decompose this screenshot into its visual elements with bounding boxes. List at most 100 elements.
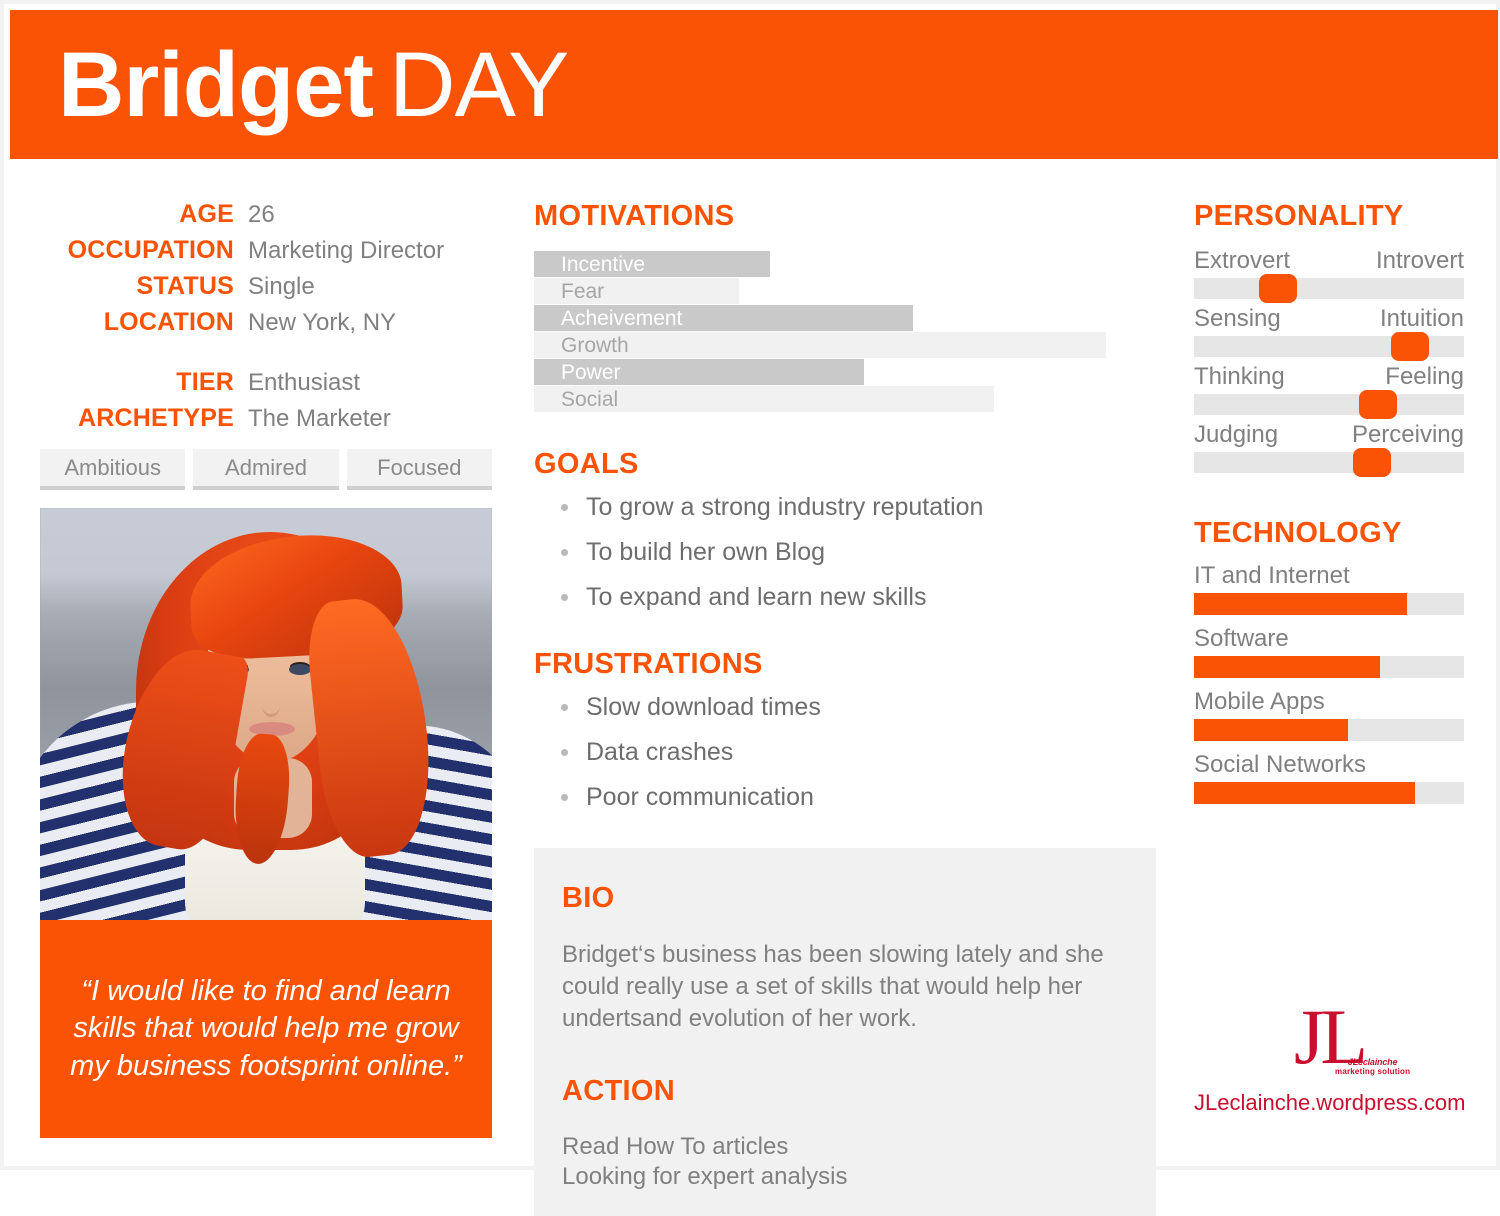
technology-bar-track: [1194, 656, 1464, 678]
fact-label-age: AGE: [179, 200, 234, 228]
list-item: Poor communication: [556, 775, 1156, 820]
fact-row-status: STATUS Single: [40, 272, 492, 301]
persona-last-name: DAY: [389, 33, 569, 136]
fact-label-tier: TIER: [176, 368, 234, 396]
left-column: AGE 26 OCCUPATION Marketing Director STA…: [40, 200, 492, 1138]
nose: [262, 694, 280, 717]
trait-tag: Focused: [346, 449, 492, 490]
jl-logo-script: JLeclainche: [1347, 1057, 1398, 1067]
fact-label-location: LOCATION: [103, 308, 234, 336]
fact-row-tier: TIER Enthusiast: [40, 368, 492, 397]
frustrations-heading: FRUSTRATIONS: [534, 648, 763, 680]
technology-row-it-and-internet: IT and Internet: [1194, 562, 1464, 615]
facts-spacer: [40, 344, 492, 368]
motivation-label: Social: [561, 388, 619, 411]
motivation-row-power: Power: [534, 359, 1156, 385]
jl-logo-tagline: JLeclainche marketing solution: [1335, 1057, 1410, 1076]
jl-logo-subtitle: marketing solution: [1335, 1067, 1411, 1076]
technology-bar-track: [1194, 719, 1464, 741]
personality-slider-track[interactable]: [1194, 448, 1464, 477]
fact-value-location: New York, NY: [248, 309, 397, 336]
goals-list: To grow a strong industry reputation To …: [534, 485, 1156, 620]
technology-row-social-networks: Social Networks: [1194, 751, 1464, 804]
bio-heading: BIO: [562, 882, 615, 914]
personality-labels: Extrovert Introvert: [1194, 247, 1464, 275]
bio-text: Bridget‘s business has been slowing late…: [562, 941, 1104, 1032]
personality-label-left: Sensing: [1194, 305, 1281, 332]
personality-row-extrovert-introvert: Extrovert Introvert: [1194, 247, 1464, 303]
technology-bar-fill: [1194, 719, 1348, 741]
list-item: Slow download times: [556, 685, 1156, 730]
motivation-row-fear: Fear: [534, 278, 1156, 304]
bio-action-panel: BIO Bridget‘s business has been slowing …: [534, 848, 1156, 1216]
personality-row-thinking-feeling: Thinking Feeling: [1194, 363, 1464, 419]
motivation-label: Acheivement: [561, 307, 683, 330]
technology-label: Social Networks: [1194, 751, 1367, 778]
personality-label-right: Perceiving: [1351, 421, 1464, 448]
persona-portrait-photo: [40, 508, 492, 920]
motivation-row-incentive: Incentive: [534, 251, 1156, 277]
list-item: To grow a strong industry reputation: [556, 485, 1156, 530]
personality-slider-knob[interactable]: [1353, 448, 1392, 477]
goals-heading: GOALS: [534, 448, 639, 480]
personality-slider-knob[interactable]: [1391, 332, 1429, 361]
motivation-row-social: Social: [534, 386, 1156, 412]
page-header: Bridget DAY: [10, 10, 1498, 159]
list-item: To build her own Blog: [556, 530, 1156, 575]
fact-label-archetype: ARCHETYPE: [78, 404, 234, 432]
personality-labels: Sensing Intuition: [1194, 305, 1464, 333]
personality-labels: Judging Perceiving: [1194, 421, 1464, 449]
personality-label-right: Introvert: [1375, 247, 1464, 274]
brand-footer: JL JLeclainche marketing solution JLecla…: [1194, 994, 1465, 1116]
personality-row-sensing-intuition: Sensing Intuition: [1194, 305, 1464, 361]
personality-slider-knob[interactable]: [1358, 390, 1397, 419]
motivation-label: Incentive: [561, 253, 646, 276]
personality-labels: Thinking Feeling: [1194, 363, 1464, 391]
trait-tag-list: Ambitious Admired Focused: [40, 449, 492, 490]
frustrations-list: Slow download times Data crashes Poor co…: [534, 685, 1156, 820]
personality-slider-track[interactable]: [1194, 274, 1464, 303]
eye-right: [289, 664, 311, 675]
brand-url[interactable]: JLeclainche.wordpress.com: [1194, 1090, 1465, 1116]
action-heading: ACTION: [562, 1074, 675, 1107]
personality-heading: PERSONALITY: [1194, 200, 1404, 232]
motivations-chart: Incentive Fear Acheivement Growth Power …: [534, 251, 1156, 412]
fact-row-archetype: ARCHETYPE The Marketer: [40, 404, 492, 433]
fact-label-occupation: OCCUPATION: [67, 236, 234, 264]
personality-label-right: Intuition: [1379, 305, 1464, 332]
personality-slider-track[interactable]: [1194, 390, 1464, 419]
trait-tag: Ambitious: [40, 449, 186, 490]
persona-quote-box: “I would like to find and learn skills t…: [40, 920, 492, 1138]
personality-slider-knob[interactable]: [1258, 274, 1297, 303]
trait-tag: Admired: [193, 449, 339, 490]
technology-row-software: Software: [1194, 625, 1464, 678]
technology-heading: TECHNOLOGY: [1194, 517, 1402, 549]
personality-slider-track[interactable]: [1194, 332, 1464, 361]
technology-label: Software: [1194, 625, 1289, 652]
personality-label-left: Judging: [1194, 421, 1279, 448]
motivations-heading: MOTIVATIONS: [534, 200, 735, 232]
motivation-label: Fear: [561, 280, 605, 303]
fact-value-age: 26: [248, 201, 275, 228]
technology-bar-fill: [1194, 782, 1416, 804]
fact-row-location: LOCATION New York, NY: [40, 308, 492, 337]
fact-value-status: Single: [248, 273, 315, 300]
fact-value-archetype: The Marketer: [248, 405, 391, 432]
technology-label: Mobile Apps: [1194, 688, 1325, 715]
persona-quote-text: “I would like to find and learn skills t…: [70, 975, 462, 1082]
technology-bar-fill: [1194, 593, 1408, 615]
technology-row-mobile-apps: Mobile Apps: [1194, 688, 1464, 741]
technology-bar-track: [1194, 782, 1464, 804]
middle-column: MOTIVATIONS Incentive Fear Acheivement G…: [534, 200, 1156, 1216]
action-text: Read How To articles Looking for expert …: [562, 1132, 848, 1191]
personality-label-left: Extrovert: [1194, 247, 1291, 274]
fact-label-status: STATUS: [136, 272, 234, 300]
personality-label-left: Thinking: [1194, 363, 1285, 390]
persona-page: Bridget DAY AGE 26 OCCUPATION Marketing D…: [0, 0, 1500, 1216]
motivation-row-growth: Growth: [534, 332, 1156, 358]
personality-label-right: Feeling: [1385, 363, 1464, 390]
technology-label: IT and Internet: [1194, 562, 1350, 589]
motivation-label: Growth: [561, 334, 629, 357]
list-item: Data crashes: [556, 730, 1156, 775]
motivation-row-acheivement: Acheivement: [534, 305, 1156, 331]
